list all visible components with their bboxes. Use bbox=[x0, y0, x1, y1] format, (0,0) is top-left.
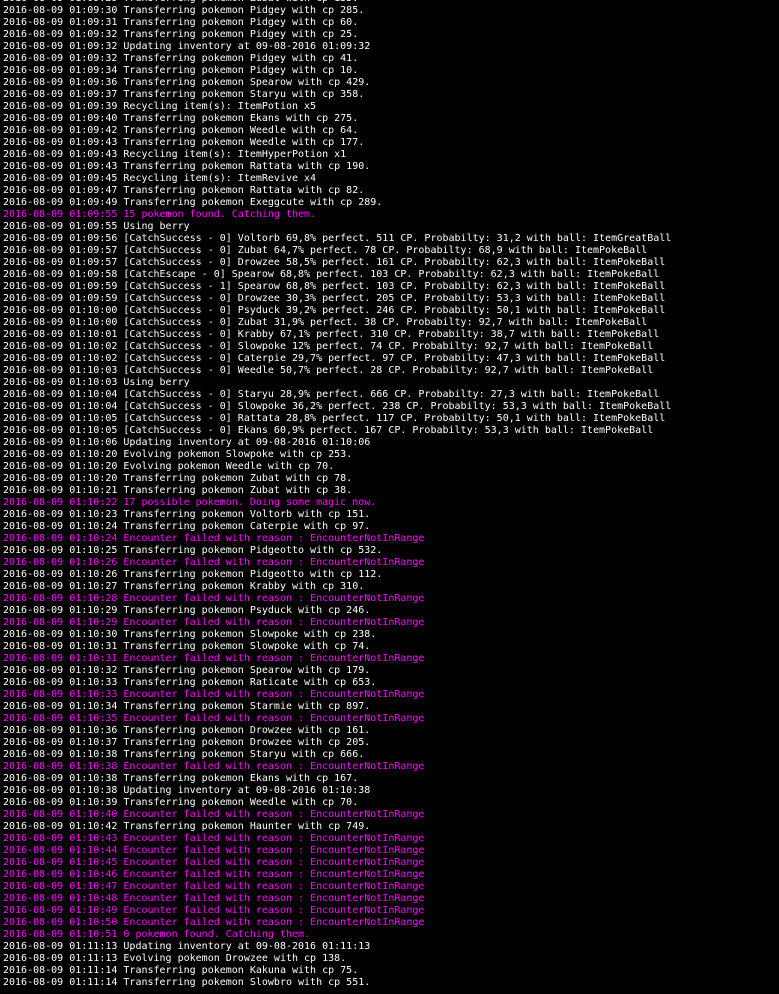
console-line: 2016-08-09 01:10:42 Transferring pokemon… bbox=[3, 821, 371, 832]
console-line: 2016-08-09 01:10:22 17 possible pokemon.… bbox=[3, 497, 377, 508]
console-line: 2016-08-09 01:11:13 Updating inventory a… bbox=[3, 941, 371, 952]
console-line: 2016-08-09 01:10:38 Transferring pokemon… bbox=[3, 773, 359, 784]
console-line: 2016-08-09 01:09:30 Transferring pokemon… bbox=[3, 5, 365, 16]
console-line: 2016-08-09 01:10:47 Encounter failed wit… bbox=[3, 881, 425, 892]
console-line: 2016-08-09 01:09:43 Transferring pokemon… bbox=[3, 137, 365, 148]
console-line: 2016-08-09 01:10:51 0 pokemon found. Cat… bbox=[3, 929, 311, 940]
console-line: 2016-08-09 01:10:46 Encounter failed wit… bbox=[3, 869, 425, 880]
console-line: 2016-08-09 01:10:31 Encounter failed wit… bbox=[3, 653, 425, 664]
console-line: 2016-08-09 01:10:26 Transferring pokemon… bbox=[3, 569, 383, 580]
console-line: 2016-08-09 01:09:58 [CatchEscape - 0] Sp… bbox=[3, 269, 660, 280]
console-line: 2016-08-09 01:10:29 Encounter failed wit… bbox=[3, 617, 425, 628]
console-line: 2016-08-09 01:10:04 [CatchSuccess - 0] S… bbox=[3, 389, 660, 400]
console-line: 2016-08-09 01:10:38 Transferring pokemon… bbox=[3, 749, 365, 760]
console-line: 2016-08-09 01:10:38 Updating inventory a… bbox=[3, 785, 371, 796]
console-line: 2016-08-09 01:09:37 Transferring pokemon… bbox=[3, 89, 365, 100]
console-line: 2016-08-09 01:09:59 [CatchSuccess - 0] D… bbox=[3, 293, 666, 304]
console-line: 2016-08-09 01:10:05 [CatchSuccess - 0] R… bbox=[3, 413, 666, 424]
console-line: 2016-08-09 01:10:35 Encounter failed wit… bbox=[3, 713, 425, 724]
console-line: 2016-08-09 01:10:38 Encounter failed wit… bbox=[3, 761, 425, 772]
console-line: 2016-08-09 01:09:56 [CatchSuccess - 0] V… bbox=[3, 233, 672, 244]
console-line: 2016-08-09 01:10:39 Transferring pokemon… bbox=[3, 797, 359, 808]
console-line: 2016-08-09 01:09:32 Updating inventory a… bbox=[3, 41, 371, 52]
console-line: 2016-08-09 01:09:42 Transferring pokemon… bbox=[3, 125, 359, 136]
console-line: 2016-08-09 01:10:25 Transferring pokemon… bbox=[3, 545, 383, 556]
console-line: 2016-08-09 01:10:06 Updating inventory a… bbox=[3, 437, 371, 448]
console-line: 2016-08-09 01:10:20 Evolving pokemon Wee… bbox=[3, 461, 335, 472]
console-line: 2016-08-09 01:09:59 [CatchSuccess - 1] S… bbox=[3, 281, 666, 292]
console-line: 2016-08-09 01:10:26 Encounter failed wit… bbox=[3, 557, 425, 568]
console-line: 2016-08-09 01:09:34 Transferring pokemon… bbox=[3, 65, 359, 76]
console-line: 2016-08-09 01:09:57 [CatchSuccess - 0] Z… bbox=[3, 245, 648, 256]
console-line: 2016-08-09 01:10:03 [CatchSuccess - 0] W… bbox=[3, 365, 654, 376]
console-line: 2016-08-09 01:10:37 Transferring pokemon… bbox=[3, 737, 371, 748]
console-line: 2016-08-09 01:10:30 Transferring pokemon… bbox=[3, 629, 377, 640]
console-output[interactable]: 2016-08-09 01:09:29 Transferring pokemon… bbox=[3, 0, 777, 989]
console-line: 2016-08-09 01:09:57 [CatchSuccess - 0] D… bbox=[3, 257, 666, 268]
console-line: 2016-08-09 01:10:02 [CatchSuccess - 0] C… bbox=[3, 353, 666, 364]
console-line: 2016-08-09 01:10:43 Encounter failed wit… bbox=[3, 833, 425, 844]
console-line: 2016-08-09 01:09:31 Transferring pokemon… bbox=[3, 17, 359, 28]
console-line: 2016-08-09 01:09:45 Recycling item(s): I… bbox=[3, 173, 317, 184]
console-line: 2016-08-09 01:10:00 [CatchSuccess - 0] Z… bbox=[3, 317, 648, 328]
console-line: 2016-08-09 01:11:14 Transferring pokemon… bbox=[3, 965, 359, 976]
console-line: 2016-08-09 01:10:04 [CatchSuccess - 0] S… bbox=[3, 401, 672, 412]
console-line: 2016-08-09 01:09:55 15 pokemon found. Ca… bbox=[3, 209, 317, 220]
console-line: 2016-08-09 01:10:24 Transferring pokemon… bbox=[3, 521, 371, 532]
console-line: 2016-08-09 01:09:55 Using berry bbox=[3, 221, 190, 232]
console-line: 2016-08-09 01:10:20 Evolving pokemon Slo… bbox=[3, 449, 353, 460]
console-line: 2016-08-09 01:09:32 Transferring pokemon… bbox=[3, 29, 359, 40]
console-line: 2016-08-09 01:10:02 [CatchSuccess - 0] S… bbox=[3, 341, 654, 352]
console-line: 2016-08-09 01:09:47 Transferring pokemon… bbox=[3, 185, 365, 196]
console-line: 2016-08-09 01:10:24 Encounter failed wit… bbox=[3, 533, 425, 544]
console-line: 2016-08-09 01:10:50 Encounter failed wit… bbox=[3, 917, 425, 928]
console-line: 2016-08-09 01:10:05 [CatchSuccess - 0] E… bbox=[3, 425, 654, 436]
console-line: 2016-08-09 01:10:36 Transferring pokemon… bbox=[3, 725, 371, 736]
console-line: 2016-08-09 01:11:13 Evolving pokemon Dro… bbox=[3, 953, 347, 964]
console-line: 2016-08-09 01:10:34 Transferring pokemon… bbox=[3, 701, 371, 712]
console-line: 2016-08-09 01:09:49 Transferring pokemon… bbox=[3, 197, 383, 208]
console-line: 2016-08-09 01:10:27 Transferring pokemon… bbox=[3, 581, 365, 592]
console-line: 2016-08-09 01:10:44 Encounter failed wit… bbox=[3, 845, 425, 856]
console-line: 2016-08-09 01:10:31 Transferring pokemon… bbox=[3, 641, 371, 652]
console-line: 2016-08-09 01:10:48 Encounter failed wit… bbox=[3, 893, 425, 904]
console-line: 2016-08-09 01:09:36 Transferring pokemon… bbox=[3, 77, 371, 88]
console-line: 2016-08-09 01:10:20 Transferring pokemon… bbox=[3, 473, 353, 484]
console-line: 2016-08-09 01:10:32 Transferring pokemon… bbox=[3, 665, 371, 676]
console-line: 2016-08-09 01:10:29 Transferring pokemon… bbox=[3, 605, 371, 616]
console-line: 2016-08-09 01:10:28 Encounter failed wit… bbox=[3, 593, 425, 604]
console-line: 2016-08-09 01:10:03 Using berry bbox=[3, 377, 190, 388]
console-line: 2016-08-09 01:09:43 Transferring pokemon… bbox=[3, 161, 371, 172]
console-line: 2016-08-09 01:10:33 Encounter failed wit… bbox=[3, 689, 425, 700]
console-line: 2016-08-09 01:10:21 Transferring pokemon… bbox=[3, 485, 353, 496]
console-line: 2016-08-09 01:10:00 [CatchSuccess - 0] P… bbox=[3, 305, 666, 316]
console-line: 2016-08-09 01:10:49 Encounter failed wit… bbox=[3, 905, 425, 916]
console-line: 2016-08-09 01:10:45 Encounter failed wit… bbox=[3, 857, 425, 868]
console-line: 2016-08-09 01:09:32 Transferring pokemon… bbox=[3, 53, 359, 64]
console-line: 2016-08-09 01:10:23 Transferring pokemon… bbox=[3, 509, 371, 520]
console-line: 2016-08-09 01:10:01 [CatchSuccess - 0] K… bbox=[3, 329, 660, 340]
console-line: 2016-08-09 01:11:14 Transferring pokemon… bbox=[3, 977, 371, 988]
console-line: 2016-08-09 01:10:33 Transferring pokemon… bbox=[3, 677, 377, 688]
console-line: 2016-08-09 01:09:43 Recycling item(s): I… bbox=[3, 149, 347, 160]
console-line: 2016-08-09 01:09:40 Transferring pokemon… bbox=[3, 113, 359, 124]
console-line: 2016-08-09 01:10:40 Encounter failed wit… bbox=[3, 809, 425, 820]
console-line: 2016-08-09 01:09:39 Recycling item(s): I… bbox=[3, 101, 317, 112]
